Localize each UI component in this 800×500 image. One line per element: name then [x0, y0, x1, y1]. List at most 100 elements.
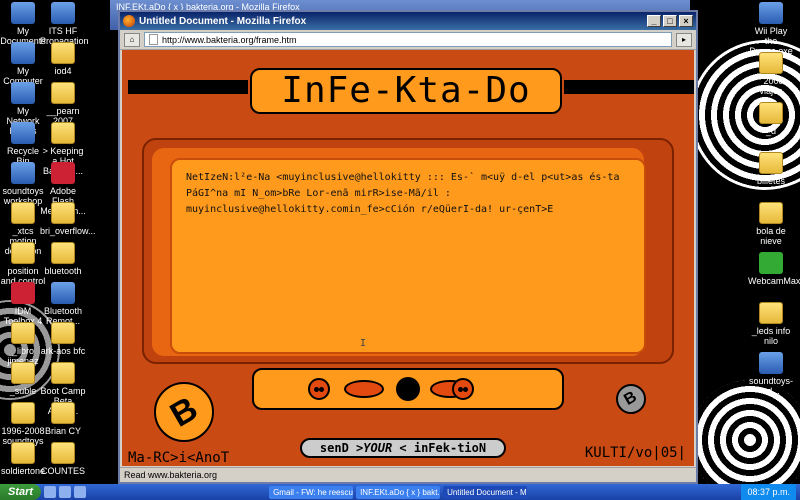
decorative-bar-left	[128, 80, 248, 94]
desktop-icon[interactable]: Wii Play the Drums.exe	[748, 2, 794, 56]
folder-icon	[51, 402, 75, 424]
quicklaunch-icon[interactable]	[74, 486, 87, 498]
quicklaunch-icon[interactable]	[59, 486, 72, 498]
b-logo-icon[interactable]: B	[154, 382, 214, 442]
b-logo-small-icon[interactable]: B	[616, 384, 646, 414]
app-icon	[51, 162, 75, 184]
app-icon	[11, 162, 35, 184]
navigation-bar: ⌂ http://www.bakteria.org/frame.htm ▸	[120, 30, 696, 50]
desktop-icon-label: billetes	[756, 176, 785, 186]
desktop-icon-label: soundtoys-ed...	[748, 376, 794, 396]
send-label-pre: senD >	[319, 441, 364, 455]
window-title: Untitled Document - Mozilla Firefox	[139, 15, 307, 27]
ladybug-icon[interactable]	[308, 378, 330, 400]
desktop-icon-label: iod4	[54, 66, 72, 76]
desktop-icon[interactable]: _2008 viajes	[748, 52, 794, 96]
message-textarea[interactable]: NetIzeN:l²e-Na <muyinclusive@hellokitty …	[170, 158, 646, 354]
folder-icon	[51, 442, 75, 464]
system-tray-clock[interactable]: 08:37 p.m.	[741, 484, 796, 500]
desktop-icon[interactable]: __pearn 2007	[40, 82, 86, 126]
folder-icon	[759, 102, 783, 124]
kultivo-label: KULTI/vo|05|	[584, 445, 686, 461]
window-titlebar[interactable]: Untitled Document - Mozilla Firefox _ □ …	[120, 12, 696, 30]
desktop-icon[interactable]: _leds info nilo	[748, 302, 794, 346]
folder-icon	[11, 402, 35, 424]
send-label-em: YOUR	[363, 441, 393, 455]
desktop-icon[interactable]: billetes	[748, 152, 794, 186]
desktop-icon[interactable]: Brian CY	[40, 402, 86, 436]
desktop-icon[interactable]: bluetooth	[40, 242, 86, 276]
desktop-icon[interactable]: ITS HF Propagation	[40, 2, 89, 46]
app-icon	[759, 252, 783, 274]
folder-icon	[51, 322, 75, 344]
folder-icon	[11, 322, 35, 344]
maximize-button[interactable]: □	[663, 15, 677, 27]
app-icon	[51, 282, 75, 304]
desktop-icon[interactable]: ark-aos bfc	[40, 322, 86, 356]
page-icon	[149, 34, 158, 45]
desktop-icon[interactable]: WebcamMax	[748, 252, 800, 286]
desktop-icon[interactable]: COUNTES	[40, 442, 86, 476]
bug-control-panel	[252, 368, 564, 410]
desktop-icon-label: _suble	[9, 386, 37, 396]
text-cursor-icon: I	[360, 338, 367, 349]
folder-icon	[759, 52, 783, 74]
ladybug-icon[interactable]	[452, 378, 474, 400]
desktop-icon-label: WebcamMax	[748, 276, 800, 286]
status-bar: Read www.bakteria.org	[120, 467, 696, 482]
folder-icon	[759, 152, 783, 174]
send-infection-button[interactable]: senD >YOUR < inFek-tioN	[300, 438, 506, 458]
minimize-button[interactable]: _	[647, 15, 661, 27]
folder-icon	[759, 302, 783, 324]
desktop-icon-label: bola de nieve	[756, 226, 786, 246]
taskbar-task[interactable]: Gmail - FW: he reescu...	[269, 485, 354, 499]
start-button[interactable]: Start	[0, 484, 42, 500]
desktop-icon-label: soldiertone	[0, 466, 46, 476]
task-list: Gmail - FW: he reescu... INF.EKt.aDo { x …	[269, 485, 528, 499]
decorative-bar-right	[564, 80, 694, 94]
send-label-post: < inFek-tioN	[392, 441, 487, 455]
quicklaunch-icon[interactable]	[44, 486, 57, 498]
app-icon	[51, 2, 75, 24]
go-icon[interactable]: ▸	[676, 32, 692, 47]
desktop-icon[interactable]: Bluetooth Remot...	[40, 282, 86, 326]
app-icon	[11, 282, 35, 304]
folder-icon	[11, 362, 35, 384]
desktop-icon-label: bri_overflow...	[40, 226, 96, 236]
desktop-icon[interactable]: iod4	[40, 42, 86, 76]
folder-icon	[51, 362, 75, 384]
app-icon	[759, 2, 783, 24]
app-icon	[11, 82, 35, 104]
page-content: InFe-Kta-Do NetIzeN:l²e-Na <muyinclusive…	[122, 50, 694, 466]
taskbar-task[interactable]: Untitled Document - M...	[443, 485, 528, 499]
desktop-icon-label: ark-aos bfc	[40, 346, 86, 356]
desktop-icon[interactable]: soundtoys-ed...	[748, 352, 794, 396]
folder-icon	[11, 242, 35, 264]
close-button[interactable]: ×	[679, 15, 693, 27]
status-text: Read www.bakteria.org	[124, 470, 218, 480]
site-logo: InFe-Kta-Do	[250, 68, 562, 114]
app-icon	[11, 42, 35, 64]
home-icon[interactable]: ⌂	[124, 32, 140, 47]
center-dot-icon[interactable]	[396, 377, 420, 401]
url-text: http://www.bakteria.org/frame.htm	[162, 34, 297, 45]
app-icon	[11, 2, 35, 24]
folder-icon	[51, 42, 75, 64]
left-lens-icon	[344, 380, 384, 398]
desktop-icon[interactable]: _d	[748, 102, 794, 136]
desktop-icon[interactable]: bri_overflow...	[40, 202, 96, 236]
folder-icon	[759, 202, 783, 224]
message-text: NetIzeN:l²e-Na <muyinclusive@hellokitty …	[186, 172, 620, 215]
taskbar-task[interactable]: INF.EKt.aDo { x } bakt...	[356, 485, 441, 499]
desktop-icon-label: bluetooth	[44, 266, 82, 276]
app-icon	[11, 122, 35, 144]
folder-icon	[51, 242, 75, 264]
desktop-icon[interactable]: bola de nieve	[748, 202, 794, 246]
folder-icon	[11, 442, 35, 464]
folder-icon	[51, 122, 75, 144]
url-bar[interactable]: http://www.bakteria.org/frame.htm	[144, 32, 672, 47]
folder-icon	[51, 82, 75, 104]
firefox-window: Untitled Document - Mozilla Firefox _ □ …	[118, 10, 698, 484]
folder-icon	[11, 202, 35, 224]
taskbar: Start Gmail - FW: he reescu... INF.EKt.aD…	[0, 484, 800, 500]
